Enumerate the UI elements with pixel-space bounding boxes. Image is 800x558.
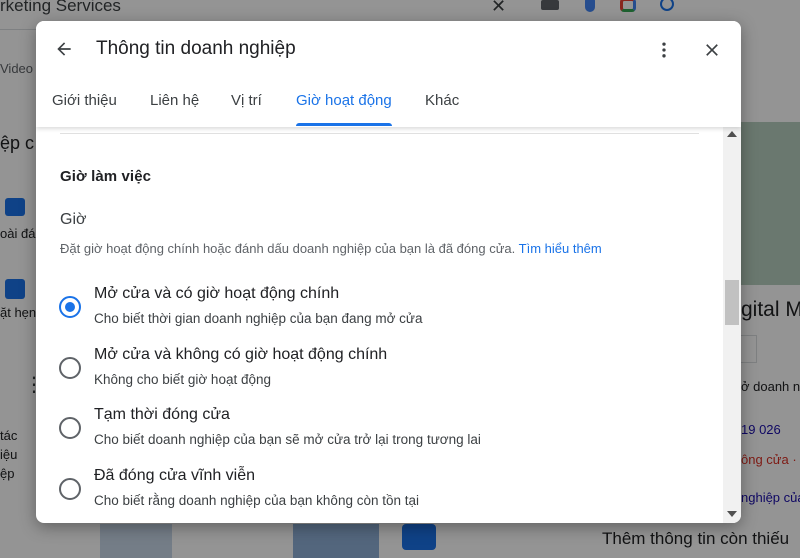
- more-options-button[interactable]: [651, 36, 677, 64]
- option-open-no-hours[interactable]: Mở cửa và không có giờ hoạt động chính K…: [56, 346, 696, 398]
- scroll-down-arrow-icon[interactable]: [727, 511, 737, 517]
- option-label: Đã đóng cửa vĩnh viễn: [94, 467, 256, 484]
- option-label: Tạm thời đóng cửa: [94, 406, 230, 423]
- radio-temporarily-closed[interactable]: [59, 417, 81, 439]
- tab-lien-he[interactable]: Liên hệ: [150, 79, 199, 127]
- dialog-header: Thông tin doanh nghiệp Giới thiệu Liên h…: [36, 21, 741, 127]
- option-description: Cho biết rằng doanh nghiệp của bạn không…: [94, 493, 420, 508]
- more-vert-icon: [662, 42, 666, 58]
- hours-subtitle: Giờ: [60, 211, 87, 228]
- option-description: Cho biết doanh nghiệp của bạn sẽ mở cửa …: [94, 432, 481, 447]
- back-button[interactable]: [50, 35, 78, 63]
- tab-gio-hoat-dong[interactable]: Giờ hoạt động: [296, 79, 392, 127]
- content-scrollbar[interactable]: [723, 127, 741, 523]
- close-button[interactable]: [698, 36, 726, 64]
- section-title: Giờ làm việc: [60, 168, 152, 185]
- option-description: Không cho biết giờ hoạt động: [94, 372, 271, 387]
- radio-open-with-hours[interactable]: [59, 296, 81, 318]
- arrow-left-icon: [57, 42, 71, 56]
- scroll-up-arrow-icon[interactable]: [727, 131, 737, 137]
- radio-open-no-hours[interactable]: [59, 357, 81, 379]
- close-icon: [706, 44, 718, 56]
- content-divider: [60, 133, 699, 134]
- option-label: Mở cửa và không có giờ hoạt động chính: [94, 346, 388, 363]
- option-description: Cho biết thời gian doanh nghiệp của bạn …: [94, 311, 423, 326]
- option-label: Mở cửa và có giờ hoạt động chính: [94, 285, 340, 302]
- option-open-with-hours[interactable]: Mở cửa và có giờ hoạt động chính Cho biế…: [56, 285, 696, 337]
- option-permanently-closed[interactable]: Đã đóng cửa vĩnh viễn Cho biết rằng doan…: [56, 467, 696, 519]
- hours-description: Đặt giờ hoạt động chính hoặc đánh dấu do…: [60, 241, 602, 256]
- dialog-content: Giờ làm việc Giờ Đặt giờ hoạt động chính…: [36, 127, 741, 523]
- tab-vi-tri[interactable]: Vị trí: [231, 79, 262, 127]
- radio-permanently-closed[interactable]: [59, 478, 81, 500]
- tab-gioi-thieu[interactable]: Giới thiệu: [52, 79, 117, 127]
- hours-description-text: Đặt giờ hoạt động chính hoặc đánh dấu do…: [60, 241, 516, 256]
- learn-more-link[interactable]: Tìm hiểu thêm: [519, 241, 602, 256]
- option-temporarily-closed[interactable]: Tạm thời đóng cửa Cho biết doanh nghiệp …: [56, 406, 696, 458]
- business-info-dialog: Thông tin doanh nghiệp Giới thiệu Liên h…: [36, 21, 741, 523]
- dialog-title: Thông tin doanh nghiệp: [96, 38, 296, 59]
- scroll-thumb[interactable]: [725, 280, 739, 325]
- dialog-tabs: Giới thiệu Liên hệ Vị trí Giờ hoạt động …: [36, 79, 741, 127]
- tab-khac[interactable]: Khác: [425, 79, 459, 127]
